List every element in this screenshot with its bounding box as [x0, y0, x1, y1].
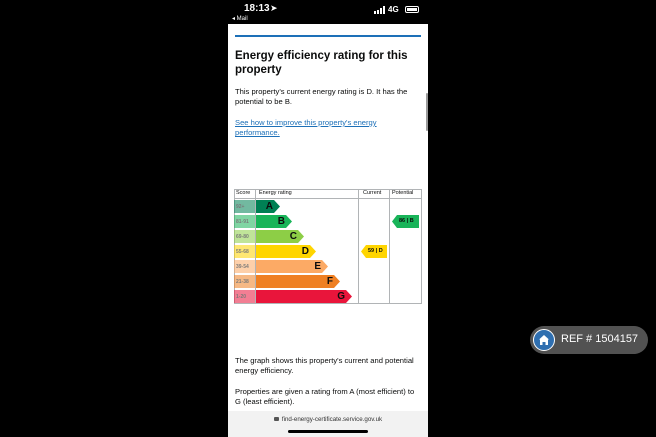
score-column-divider: [255, 189, 256, 304]
band-letter-e: E: [314, 261, 321, 272]
scrollbar-thumb[interactable]: [426, 93, 428, 131]
band-bar-f: F: [256, 275, 340, 288]
energy-rating-header: Energy rating: [259, 190, 292, 196]
graph-description-text: The graph shows this property's current …: [235, 356, 414, 376]
potential-column-divider: [389, 189, 390, 304]
reference-number: REF # 1504157: [561, 333, 639, 345]
band-score-e: 39-54: [234, 260, 255, 273]
current-rating-text: This property's current energy rating is…: [235, 87, 408, 107]
reference-watermark: REF # 1504157: [530, 326, 648, 354]
band-letter-c: C: [289, 231, 297, 242]
energy-rating-chart: Score Energy rating Current Potential 92…: [234, 189, 422, 304]
band-score-d: 55-68: [234, 245, 255, 258]
band-letter-d: D: [301, 246, 309, 257]
signal-icon: [374, 6, 386, 14]
phone-screen: 18:13 ➤ ◂ Mail 4G Energy efficiency rati…: [228, 0, 428, 437]
web-page[interactable]: Energy efficiency rating for this proper…: [228, 24, 428, 437]
band-score-a: 92+: [234, 200, 255, 213]
address-bar-url[interactable]: find-energy-certificate.service.gov.uk: [228, 416, 428, 423]
current-header: Current: [363, 190, 382, 196]
band-letter-f: F: [326, 276, 333, 287]
improve-performance-link[interactable]: See how to improve this property's energ…: [235, 118, 421, 139]
score-header: Score: [236, 190, 251, 196]
location-arrow-icon: ➤: [270, 3, 278, 13]
current-rating-label: 59 | D: [368, 248, 383, 254]
potential-rating-label: 86 | B: [399, 218, 414, 224]
band-score-f: 21-38: [234, 275, 255, 288]
rating-scale-text: Properties are given a rating from A (mo…: [235, 387, 415, 407]
band-letter-b: B: [277, 216, 285, 227]
status-bar: 18:13 ➤ ◂ Mail 4G: [228, 0, 428, 24]
header-divider: [234, 198, 422, 199]
page-title: Energy efficiency rating for this proper…: [235, 50, 408, 76]
screenshot-stage: 18:13 ➤ ◂ Mail 4G Energy efficiency rati…: [0, 0, 656, 437]
band-bar-b: B: [256, 215, 292, 228]
band-score-g: 1-20: [234, 290, 255, 303]
band-bar-d: D: [256, 245, 316, 258]
band-letter-a: A: [265, 201, 273, 212]
section-divider: [235, 35, 421, 37]
status-time: 18:13: [244, 3, 270, 14]
potential-header: Potential: [392, 190, 414, 196]
lock-icon: [273, 417, 279, 421]
potential-rating-marker: 86 | B: [392, 215, 419, 228]
band-bar-e: E: [256, 260, 328, 273]
band-bar-c: C: [256, 230, 304, 243]
band-letter-g: G: [337, 291, 345, 302]
band-bar-g: G: [256, 290, 352, 303]
current-rating-marker: 59 | D: [361, 245, 387, 258]
home-indicator[interactable]: [288, 430, 368, 433]
current-column-divider: [358, 189, 359, 304]
band-score-c: 69-80: [234, 230, 255, 243]
browser-address-bar[interactable]: find-energy-certificate.service.gov.uk: [228, 411, 428, 437]
band-score-b: 81-91: [234, 215, 255, 228]
network-type: 4G: [388, 5, 399, 14]
url-text: find-energy-certificate.service.gov.uk: [281, 416, 383, 423]
battery-icon: [405, 6, 419, 13]
home-icon: [533, 329, 555, 351]
back-to-mail-link[interactable]: ◂ Mail: [232, 15, 248, 22]
